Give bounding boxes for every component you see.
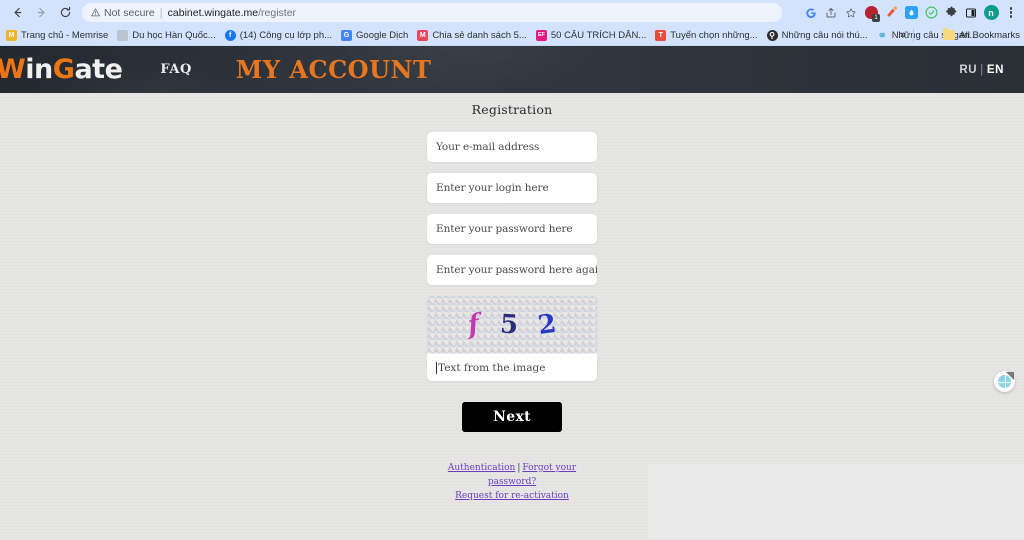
bookmark-item[interactable]: T Tuyển chọn những...: [655, 29, 758, 41]
bookmark-label: Google Dịch: [356, 29, 409, 41]
email-field-placeholder: Your e-mail address: [436, 141, 540, 153]
omnibox-divider: |: [159, 6, 163, 19]
captcha-char-2: 5: [498, 309, 519, 340]
bookmark-favicon: G: [341, 29, 353, 41]
bookmark-item[interactable]: G Google Dịch: [341, 29, 409, 41]
bookmark-item[interactable]: f (14) Công cụ lớp ph...: [224, 29, 333, 41]
nav-item-faq[interactable]: FAQ: [160, 62, 191, 77]
bookmark-favicon: ⚲: [766, 29, 778, 41]
bookmark-favicon: ⚭: [877, 29, 887, 41]
bookmark-favicon: EF: [535, 29, 547, 41]
all-bookmarks-button[interactable]: All Bookmarks: [943, 28, 1024, 41]
captcha-char-1: f: [466, 308, 482, 341]
captcha-char-3: 2: [535, 308, 558, 341]
extension-orange-icon[interactable]: [882, 4, 900, 22]
password-field[interactable]: Enter your password here: [427, 214, 597, 244]
extension-red-icon[interactable]: 1: [862, 4, 880, 22]
logo-part-3: G: [52, 54, 75, 85]
back-button[interactable]: [6, 2, 28, 24]
password-field-placeholder: Enter your password here: [436, 223, 573, 235]
bookmarks-bar: M Trang chủ - Memrise Du học Hàn Quốc...…: [0, 25, 1024, 46]
chrome-menu-icon[interactable]: [1002, 4, 1020, 22]
captcha-input[interactable]: Text from the image: [427, 353, 597, 381]
bookmark-star-icon[interactable]: [842, 4, 860, 22]
lang-option-ru[interactable]: RU: [959, 64, 977, 76]
captcha-block: f 5 2 Text from the image: [427, 296, 597, 381]
bookmark-favicon: T: [655, 29, 667, 41]
bookmark-favicon: M: [417, 29, 429, 41]
bookmarks-divider: [913, 28, 914, 42]
background-panel: [648, 464, 1024, 539]
reactivation-link[interactable]: Request for re-activation: [455, 491, 569, 501]
password-confirm-field-placeholder: Enter your password here again: [436, 264, 597, 276]
bookmark-label: (14) Công cụ lớp ph...: [239, 29, 333, 41]
captcha-input-placeholder: Text from the image: [438, 361, 546, 374]
bookmark-label: Trang chủ - Memrise: [21, 29, 109, 41]
page-body: Registration Your e-mail address Enter y…: [0, 93, 1024, 539]
bookmark-favicon: M: [6, 29, 17, 41]
text-caret: [436, 361, 437, 374]
nav-item-my-account[interactable]: MY ACCOUNT: [236, 55, 432, 84]
bookmark-label: Những câu nói thú...: [781, 29, 868, 41]
url-domain: cabinet.wingate.me: [167, 6, 259, 19]
authentication-link[interactable]: Authentication: [448, 463, 515, 473]
all-bookmarks-label: All Bookmarks: [959, 29, 1020, 41]
links-separator: |: [517, 463, 521, 473]
lang-option-en[interactable]: EN: [987, 64, 1004, 76]
globe-widget-icon[interactable]: [994, 371, 1015, 392]
wingate-logo[interactable]: WinGate: [0, 54, 123, 85]
bookmark-label: 50 CÂU TRÍCH DẪN...: [550, 29, 647, 41]
bookmark-label: Du học Hàn Quốc...: [132, 29, 216, 41]
bookmark-item[interactable]: Du học Hàn Quốc...: [117, 29, 216, 41]
email-field[interactable]: Your e-mail address: [427, 132, 597, 162]
bookmark-label: Chia sẻ danh sách 5...: [432, 29, 527, 41]
url-path: /register: [258, 6, 297, 19]
logo-part-4: ate: [74, 54, 123, 85]
extension-split-icon[interactable]: [962, 4, 980, 22]
bookmark-item[interactable]: M Chia sẻ danh sách 5...: [417, 29, 527, 41]
bookmarks-overflow-button[interactable]: »: [900, 29, 906, 41]
not-secure-warning-icon: [91, 8, 100, 17]
google-lens-icon[interactable]: [802, 4, 820, 22]
lang-separator: |: [980, 63, 984, 76]
bookmark-label: Tuyển chọn những...: [670, 29, 758, 41]
bookmark-item[interactable]: M Trang chủ - Memrise: [6, 29, 109, 41]
navigation-buttons: [6, 2, 76, 24]
globe-graphic: [998, 375, 1011, 388]
browser-toolbar: Not secure | cabinet.wingate.me/register…: [0, 0, 1024, 25]
address-bar[interactable]: Not secure | cabinet.wingate.me/register: [82, 3, 782, 22]
logo-part-1: W: [0, 54, 26, 85]
next-button[interactable]: Next: [462, 402, 562, 432]
extension-green-icon[interactable]: [922, 4, 940, 22]
footer-links: Authentication | Forgot your password? Req…: [427, 461, 597, 503]
page-title: Registration: [471, 102, 553, 117]
bookmark-item[interactable]: EF 50 CÂU TRÍCH DẪN...: [535, 29, 647, 41]
login-field-placeholder: Enter your login here: [436, 182, 549, 194]
security-status-text: Not secure: [104, 6, 155, 19]
language-switcher: RU | EN: [959, 64, 1004, 76]
registration-form: Registration Your e-mail address Enter y…: [427, 93, 597, 503]
bookmark-favicon: f: [224, 29, 236, 41]
toolbar-icons-group: 1 n: [802, 0, 1020, 25]
login-field[interactable]: Enter your login here: [427, 173, 597, 203]
avatar-initial: n: [983, 5, 999, 20]
share-icon[interactable]: [822, 4, 840, 22]
forward-button[interactable]: [30, 2, 52, 24]
logo-part-2: in: [25, 54, 53, 85]
extension-blue-icon[interactable]: [902, 4, 920, 22]
site-header: WinGate FAQ MY ACCOUNT RU | EN: [0, 46, 1024, 93]
reload-button[interactable]: [54, 2, 76, 24]
extension-badge-count: 1: [872, 13, 880, 22]
bookmark-item[interactable]: ⚲ Những câu nói thú...: [766, 29, 868, 41]
bookmark-favicon: [117, 29, 129, 41]
folder-icon: [943, 28, 956, 40]
password-confirm-field[interactable]: Enter your password here again: [427, 255, 597, 285]
extensions-puzzle-icon[interactable]: [942, 4, 960, 22]
profile-avatar[interactable]: n: [982, 4, 1000, 22]
captcha-image[interactable]: f 5 2: [427, 296, 597, 353]
